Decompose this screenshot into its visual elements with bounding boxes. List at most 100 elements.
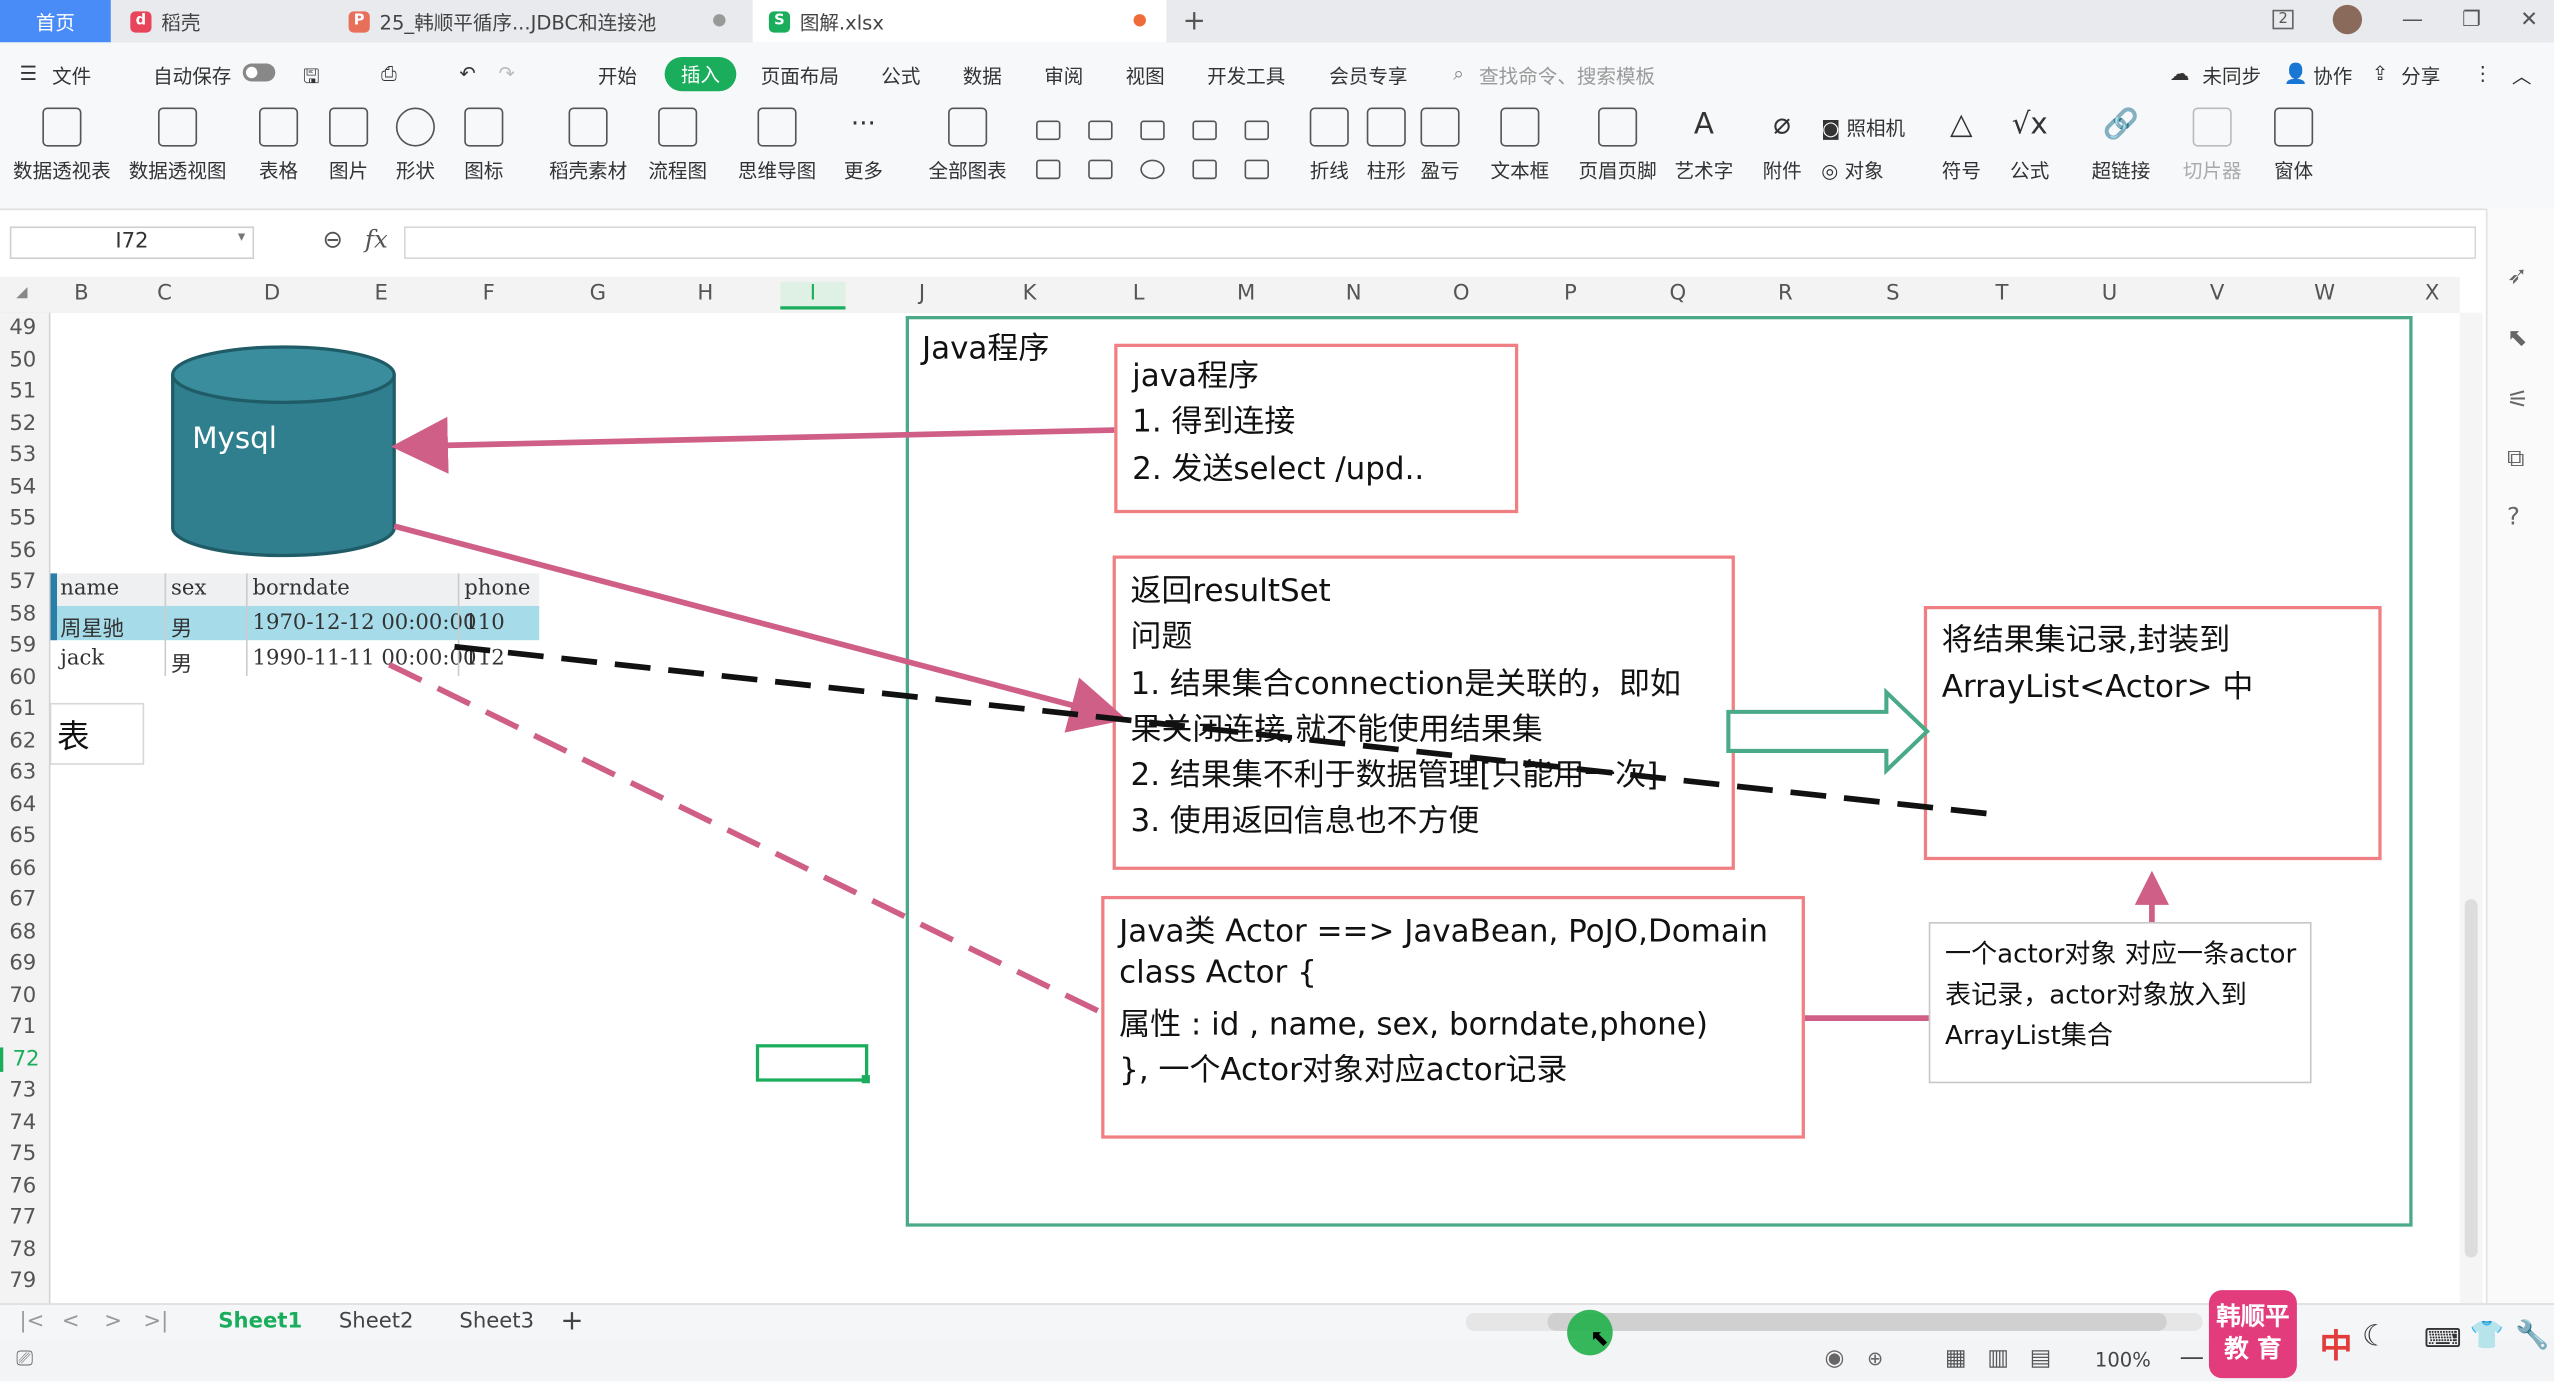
menu-developer[interactable]: 开发工具 bbox=[1207, 62, 1285, 90]
minimize-icon[interactable]: — bbox=[2402, 7, 2423, 31]
eye-protection-icon[interactable]: ◉ bbox=[1824, 1346, 1844, 1372]
horizontal-scroll-thumb[interactable] bbox=[1547, 1312, 2167, 1331]
next-sheet-icon[interactable]: > bbox=[104, 1310, 122, 1334]
row-header-77[interactable]: 77 bbox=[0, 1205, 46, 1229]
column-header-V[interactable]: V bbox=[2184, 282, 2249, 306]
save-icon[interactable]: 🖫 bbox=[303, 62, 320, 96]
wordart-button[interactable]: A 艺术字 bbox=[1675, 108, 1734, 185]
hamburger-icon[interactable]: ☰ bbox=[20, 62, 38, 85]
combo-chart-small-icon[interactable] bbox=[1244, 156, 1269, 179]
row-header-69[interactable]: 69 bbox=[0, 951, 46, 975]
menu-data[interactable]: 数据 bbox=[963, 62, 1002, 90]
row-header-76[interactable]: 76 bbox=[0, 1174, 46, 1198]
row-header-53[interactable]: 53 bbox=[0, 443, 46, 467]
cursor-select-icon[interactable]: ⬉ bbox=[2507, 323, 2527, 352]
row-header-59[interactable]: 59 bbox=[0, 634, 46, 658]
line-chart-small-icon[interactable] bbox=[1140, 117, 1165, 140]
row-header-55[interactable]: 55 bbox=[0, 507, 46, 531]
unsync-label[interactable]: 未同步 bbox=[2202, 62, 2261, 90]
menu-view[interactable]: 视图 bbox=[1126, 62, 1165, 90]
first-sheet-icon[interactable]: |< bbox=[20, 1310, 45, 1334]
moon-icon[interactable]: ☾ bbox=[2362, 1319, 2388, 1353]
window-count-icon[interactable]: 2 bbox=[2271, 9, 2295, 30]
vertical-scrollbar[interactable] bbox=[2459, 312, 2483, 1307]
scatter-chart-small-icon[interactable] bbox=[1192, 156, 1217, 179]
zoom-level[interactable]: 100% bbox=[2095, 1349, 2151, 1372]
column-header-O[interactable]: O bbox=[1429, 282, 1494, 306]
pie-chart-small-icon[interactable] bbox=[1140, 156, 1165, 179]
close-window-icon[interactable]: ✕ bbox=[2520, 7, 2538, 31]
flowchart-button[interactable]: 流程图 bbox=[648, 107, 707, 185]
share-button[interactable]: 分享 bbox=[2401, 62, 2440, 90]
column-header-J[interactable]: J bbox=[889, 282, 954, 306]
java-program-box[interactable]: java程序 1. 得到连接 2. 发送select /upd.. bbox=[1114, 343, 1519, 514]
tab-spreadsheet[interactable]: S 图解.xlsx ● bbox=[752, 0, 1167, 43]
column-header-T[interactable]: T bbox=[1969, 282, 2034, 306]
row-header-49[interactable]: 49 bbox=[0, 316, 46, 340]
menu-membership[interactable]: 会员专享 bbox=[1329, 62, 1407, 90]
sparkline-column-button[interactable]: 柱形 bbox=[1366, 107, 1406, 185]
form-button[interactable]: 窗体 bbox=[2274, 107, 2313, 185]
radar-chart-small-icon[interactable] bbox=[1192, 117, 1217, 140]
fx-icon[interactable]: fx bbox=[365, 225, 388, 254]
input-mode-icon[interactable]: ⊕ bbox=[1867, 1347, 1883, 1370]
column-header-C[interactable]: C bbox=[132, 282, 197, 306]
keyboard-icon[interactable]: ⌨ bbox=[2424, 1323, 2462, 1354]
picture-button[interactable]: 图片 bbox=[329, 107, 368, 185]
menu-file[interactable]: 文件 bbox=[52, 62, 91, 90]
column-header-R[interactable]: R bbox=[1753, 282, 1818, 306]
column-header-D[interactable]: D bbox=[239, 282, 304, 306]
tab-home[interactable]: 首页 bbox=[0, 0, 111, 43]
column-header-S[interactable]: S bbox=[1860, 282, 1925, 306]
row-header-62[interactable]: 62 bbox=[0, 729, 46, 753]
row-header-57[interactable]: 57 bbox=[0, 570, 46, 594]
row-header-58[interactable]: 58 bbox=[0, 602, 46, 626]
sheet-tab-2[interactable]: Sheet2 bbox=[339, 1310, 414, 1334]
column-header-M[interactable]: M bbox=[1214, 282, 1279, 306]
row-header-52[interactable]: 52 bbox=[0, 411, 46, 435]
row-header-67[interactable]: 67 bbox=[0, 888, 46, 912]
column-chart-small-icon[interactable] bbox=[1036, 117, 1061, 140]
column-header-W[interactable]: W bbox=[2292, 282, 2357, 306]
page-layout-view-icon[interactable]: ▥ bbox=[1987, 1346, 2009, 1372]
sheet-tab-1[interactable]: Sheet1 bbox=[218, 1310, 302, 1334]
column-header-X[interactable]: X bbox=[2400, 282, 2465, 306]
avatar[interactable] bbox=[2333, 4, 2363, 35]
menu-review[interactable]: 审阅 bbox=[1044, 62, 1083, 90]
more-icon[interactable]: ⋮ bbox=[2473, 62, 2493, 85]
last-sheet-icon[interactable]: >| bbox=[143, 1310, 168, 1334]
stock-chart-small-icon[interactable] bbox=[1244, 117, 1269, 140]
undo-icon[interactable]: ↶ bbox=[459, 62, 475, 85]
slicer-button[interactable]: 切片器 bbox=[2183, 107, 2242, 185]
add-sheet-button[interactable]: + bbox=[560, 1305, 583, 1338]
row-header-65[interactable]: 65 bbox=[0, 824, 46, 848]
collab-button[interactable]: 协作 bbox=[2313, 62, 2352, 90]
column-header-U[interactable]: U bbox=[2077, 282, 2142, 306]
selected-cell[interactable] bbox=[755, 1044, 869, 1082]
column-header-I[interactable]: I bbox=[780, 281, 846, 310]
column-header-E[interactable]: E bbox=[349, 282, 414, 306]
row-header-75[interactable]: 75 bbox=[0, 1142, 46, 1166]
row-header-79[interactable]: 79 bbox=[0, 1269, 46, 1293]
row-header-73[interactable]: 73 bbox=[0, 1078, 46, 1102]
sheet-canvas[interactable]: name sex borndate phone 周星驰 男 1970-12-12… bbox=[50, 312, 2462, 1307]
pivot-table-button[interactable]: 数据透视表 bbox=[13, 107, 111, 185]
area-chart-small-icon[interactable] bbox=[1036, 156, 1061, 179]
actor-class-box[interactable]: Java类 Actor ==> JavaBean, PoJO,Domain cl… bbox=[1101, 895, 1805, 1139]
macro-record-icon[interactable]: ⎚ bbox=[16, 1347, 33, 1371]
wrench-icon[interactable]: 🔧 bbox=[2515, 1319, 2549, 1352]
symbol-button[interactable]: △ 符号 bbox=[1942, 108, 1981, 185]
camera-button[interactable]: ◙ 照相机 bbox=[1821, 114, 1905, 142]
formula-button[interactable]: √x 公式 bbox=[2010, 108, 2049, 185]
column-header-L[interactable]: L bbox=[1106, 282, 1171, 306]
row-header-74[interactable]: 74 bbox=[0, 1110, 46, 1134]
row-header-72[interactable]: 72 bbox=[0, 1046, 49, 1072]
redo-icon[interactable]: ↷ bbox=[498, 62, 514, 85]
command-search-input[interactable]: 查找命令、搜索模板 bbox=[1479, 62, 1655, 90]
header-footer-button[interactable]: 页眉页脚 bbox=[1579, 107, 1657, 185]
row-header-71[interactable]: 71 bbox=[0, 1015, 46, 1039]
row-header-78[interactable]: 78 bbox=[0, 1237, 46, 1261]
tab-ppt-document[interactable]: P 25_韩顺平循序...JDBC和连接池 ● bbox=[332, 0, 746, 42]
menu-insert[interactable]: 插入 bbox=[664, 57, 737, 92]
textbox-button[interactable]: 文本框 bbox=[1491, 107, 1549, 185]
